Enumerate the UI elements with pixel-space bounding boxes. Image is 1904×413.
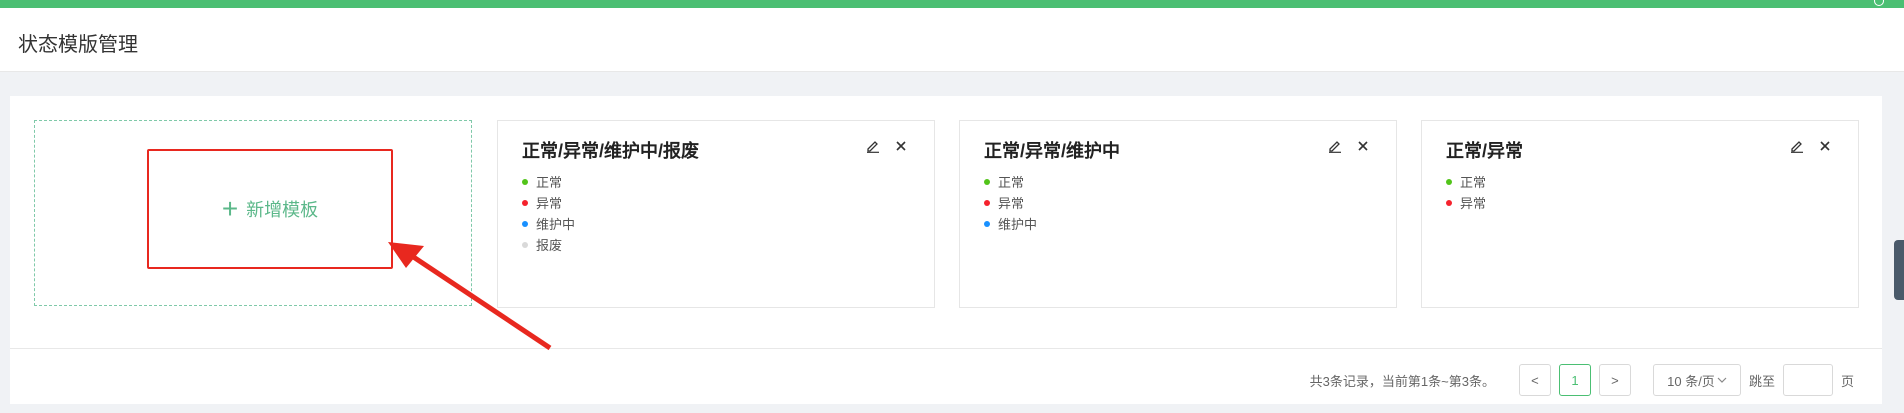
status-item: 异常 [1446, 192, 1486, 213]
status-list: 正常 异常 [1446, 171, 1486, 213]
status-dot [522, 199, 528, 206]
status-item: 异常 [984, 192, 1037, 213]
template-panel: + 新增模板 正常/异常/维护中/报废 正常 异常 维护中 报废 正常/异常/维… [10, 96, 1882, 404]
page-header: 状态模版管理 [0, 8, 1904, 72]
window-dot-icon [1874, 0, 1884, 6]
edit-icon[interactable] [864, 137, 882, 155]
pagination: 共3条记录，当前第1条~第3条。 < 1 > 10 条/页 跳至 页 [1310, 364, 1854, 396]
close-icon[interactable] [1354, 137, 1372, 155]
add-template-label: 新增模板 [246, 200, 319, 220]
template-title: 正常/异常/维护中/报废 [522, 141, 700, 161]
status-label: 正常 [1460, 175, 1487, 190]
status-dot [984, 199, 990, 206]
template-title: 正常/异常/维护中 [984, 141, 1121, 161]
status-item: 异常 [522, 192, 575, 213]
jump-label: 跳至 [1748, 373, 1775, 389]
next-page-button[interactable]: > [1598, 364, 1631, 396]
status-label: 正常 [536, 175, 563, 190]
status-item: 正常 [522, 171, 575, 192]
pagination-total: 共3条记录，当前第1条~第3条。 [1309, 373, 1495, 389]
template-card: 正常/异常 正常 异常 [1421, 120, 1859, 308]
status-label: 异常 [998, 196, 1025, 211]
plus-icon: + [221, 193, 239, 224]
annotation-arrow-icon [388, 242, 552, 351]
close-icon[interactable] [1816, 137, 1834, 155]
page-size-select[interactable]: 10 条/页 [1652, 364, 1741, 396]
jump-page-input[interactable] [1782, 364, 1833, 396]
status-dot [1446, 199, 1452, 206]
status-item: 正常 [984, 171, 1037, 192]
page-title: 状态模版管理 [18, 34, 138, 56]
status-dot [1446, 178, 1452, 185]
pagination-divider [10, 348, 1882, 349]
page-size-value: 10 条/页 [1667, 373, 1715, 389]
status-dot [984, 220, 990, 227]
page-unit-label: 页 [1840, 373, 1854, 389]
status-item: 维护中 [984, 213, 1037, 234]
side-widget-handle[interactable] [1894, 240, 1904, 300]
template-title: 正常/异常 [1446, 141, 1524, 161]
top-accent-bar [0, 0, 1904, 8]
status-label: 正常 [998, 175, 1025, 190]
status-label: 异常 [1460, 196, 1487, 211]
template-card: 正常/异常/维护中/报废 正常 异常 维护中 报废 [497, 120, 935, 308]
prev-page-button[interactable]: < [1518, 364, 1551, 396]
status-label: 维护中 [998, 217, 1038, 232]
status-dot [984, 178, 990, 185]
status-item: 正常 [1446, 171, 1486, 192]
status-label: 维护中 [536, 217, 576, 232]
status-list: 正常 异常 维护中 [984, 171, 1037, 234]
status-dot [522, 178, 528, 185]
add-template-button[interactable]: + 新增模板 [147, 149, 393, 269]
status-item: 维护中 [522, 213, 575, 234]
chevron-down-icon [1717, 377, 1727, 383]
page-1-button[interactable]: 1 [1558, 364, 1591, 396]
status-dot [522, 220, 528, 227]
edit-icon[interactable] [1326, 137, 1344, 155]
edit-icon[interactable] [1788, 137, 1806, 155]
status-label: 异常 [536, 196, 563, 211]
template-card: 正常/异常/维护中 正常 异常 维护中 [959, 120, 1397, 308]
close-icon[interactable] [892, 137, 910, 155]
